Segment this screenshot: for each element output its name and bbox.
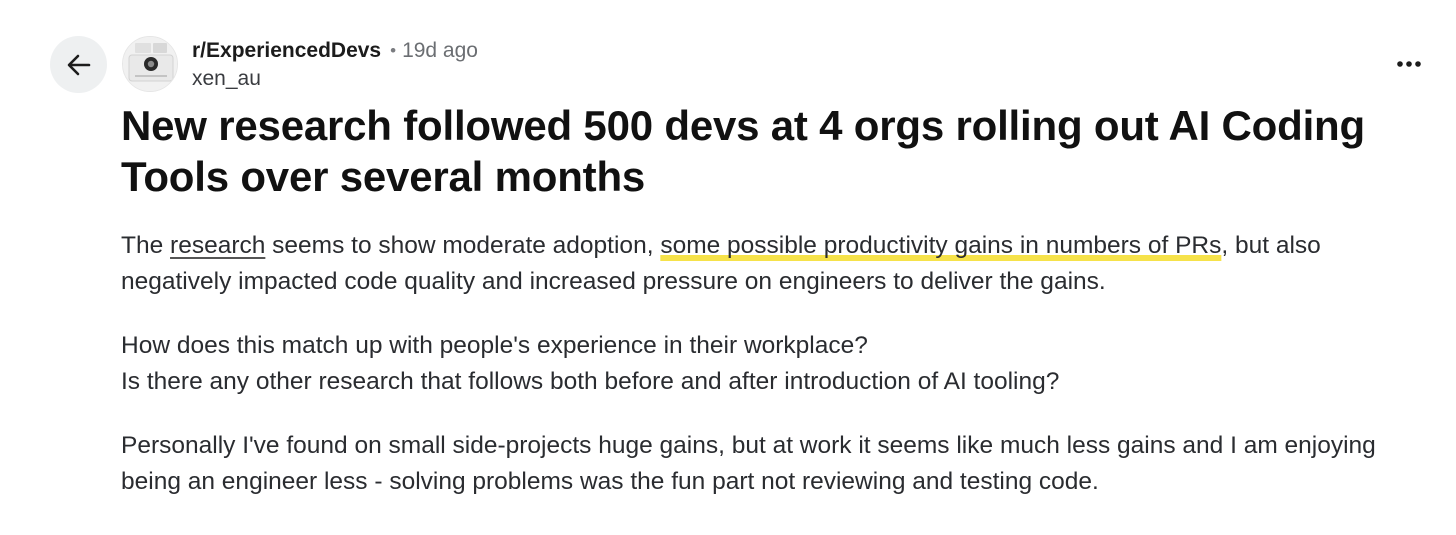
subreddit-link[interactable]: r/ExperiencedDevs [192, 40, 381, 61]
post-body: The research seems to show moderate adop… [121, 228, 1411, 528]
post-title: New research followed 500 devs at 4 orgs… [121, 102, 1365, 200]
post-paragraph-2: How does this match up with people's exp… [121, 328, 1411, 400]
post-paragraph-3: Personally I've found on small side-proj… [121, 432, 1376, 495]
research-link[interactable]: research [170, 232, 265, 259]
more-horizontal-icon [1397, 61, 1421, 67]
subreddit-avatar-icon [123, 37, 177, 91]
paragraph-text: The [121, 232, 171, 259]
more-options-button[interactable] [1392, 50, 1426, 78]
post-timestamp: 19d ago [402, 38, 478, 62]
subreddit-avatar[interactable] [122, 36, 178, 92]
author-username[interactable]: xen_au [192, 68, 478, 89]
post-meta: r/ExperiencedDevs • 19d ago xen_au [192, 36, 478, 90]
post-paragraph-1: The research seems to show moderate adop… [121, 228, 1411, 300]
back-button[interactable] [50, 36, 107, 93]
paragraph-line: Is there any other research that follows… [121, 368, 1060, 395]
paragraph-text: seems to show moderate adoption, [265, 232, 661, 259]
meta-separator: • [390, 40, 397, 60]
paragraph-line: How does this match up with people's exp… [121, 332, 868, 359]
highlighted-text: some possible productivity gains in numb… [660, 232, 1222, 259]
arrow-left-icon [67, 54, 90, 75]
